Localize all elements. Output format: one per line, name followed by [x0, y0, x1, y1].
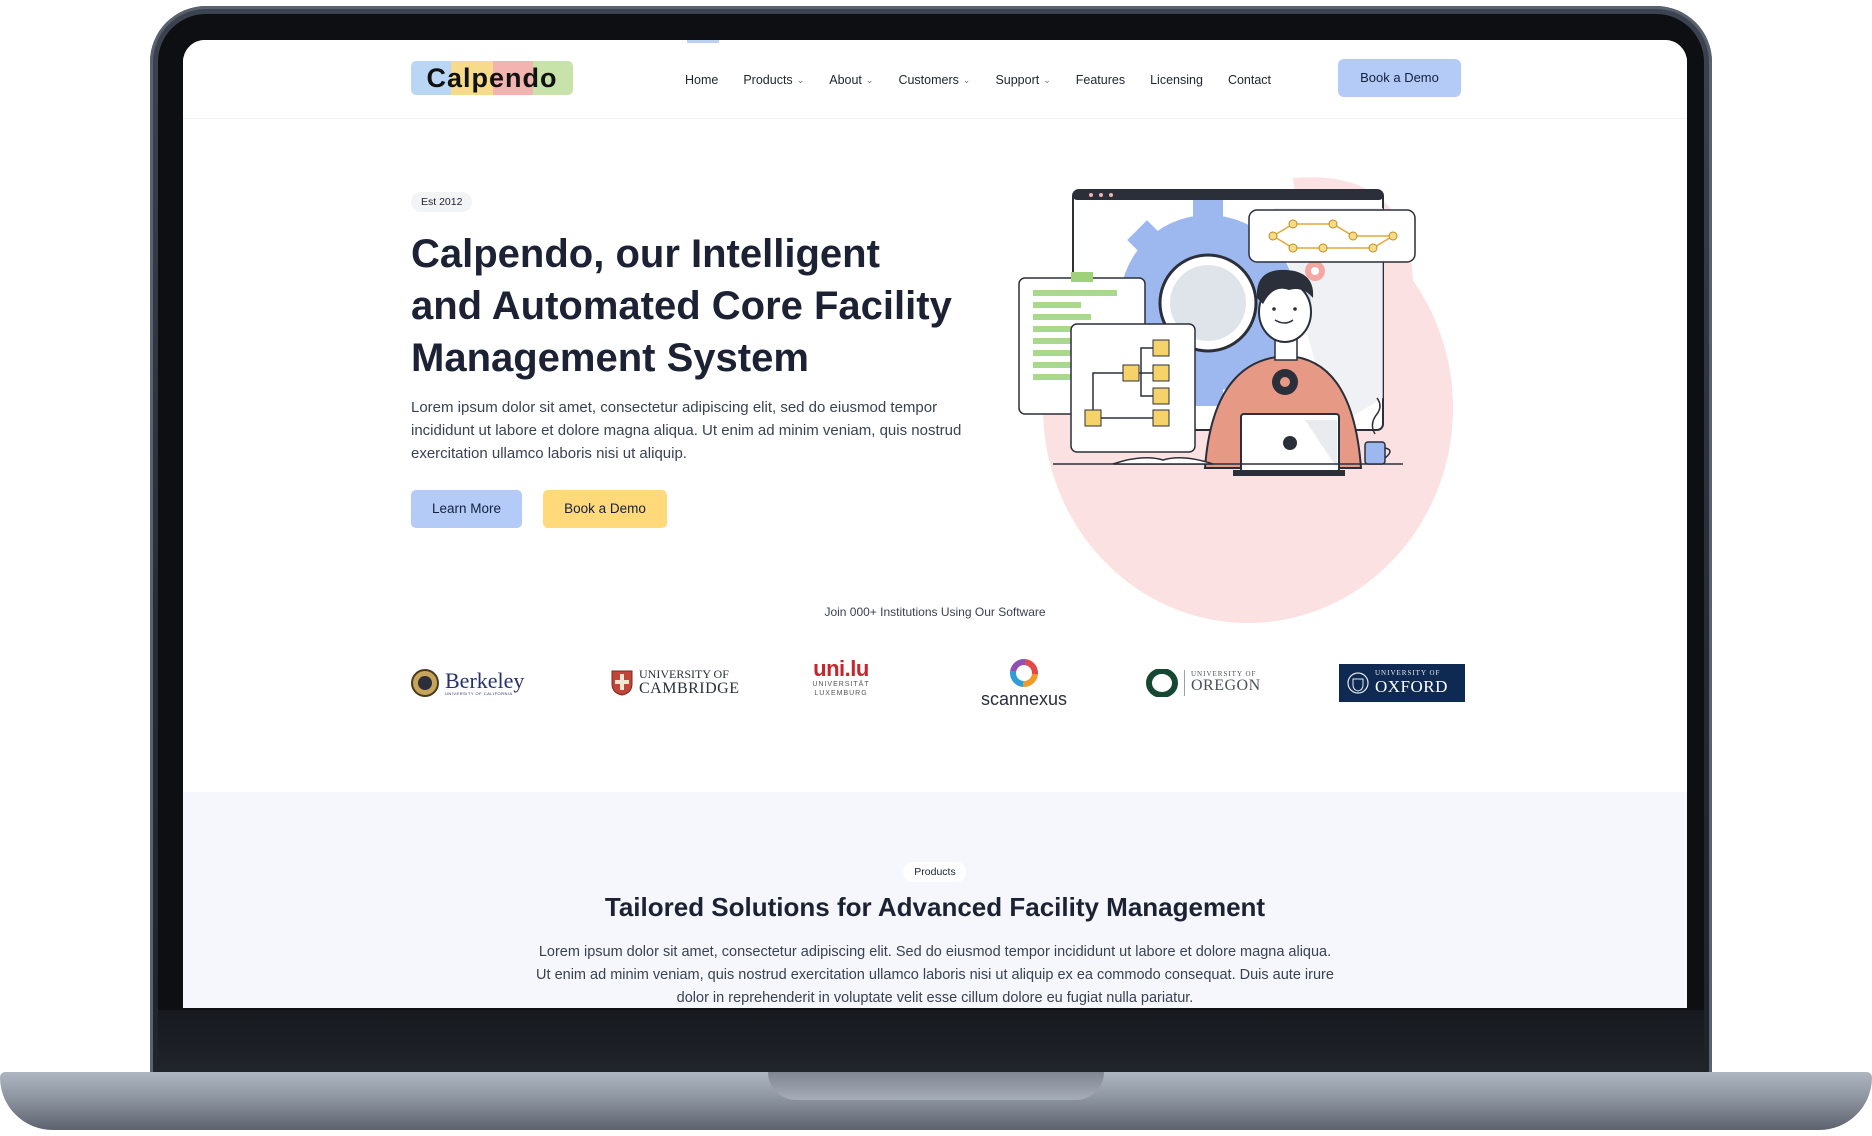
- chevron-down-icon: ⌄: [962, 74, 971, 85]
- nav-products[interactable]: Products ⌄: [743, 70, 804, 90]
- scannexus-wordmark: scannexus: [980, 689, 1068, 709]
- oregon-divider: [1184, 670, 1185, 696]
- hero-title-line-2: and Automated Core Facility: [411, 284, 952, 328]
- nav-licensing-label: Licensing: [1150, 73, 1203, 87]
- oregon-o-icon: [1146, 669, 1178, 697]
- nav-links: Home Products ⌄ About ⌄ Customers ⌄ Support…: [685, 70, 1296, 90]
- unilu-wordmark: uni.lu: [813, 656, 869, 681]
- laptop-chin: [158, 1010, 1704, 1070]
- cambridge-line-1: UNIVERSITY OF: [639, 667, 729, 682]
- cambridge-shield-icon: [611, 670, 633, 696]
- chevron-down-icon: ⌄: [796, 74, 805, 85]
- nav-book-demo-button[interactable]: Book a Demo: [1338, 59, 1461, 97]
- nav-support[interactable]: Support ⌄: [995, 70, 1050, 90]
- hero-title: Calpendo, our Intelligent and Automated …: [411, 228, 971, 384]
- products-description: Lorem ipsum dolor sit amet, consectetur …: [536, 944, 1334, 1006]
- unilu-logo: uni.lu UNIVERSITÄT LUXEMBURG: [806, 658, 876, 708]
- chevron-down-icon: ⌄: [865, 74, 874, 85]
- cambridge-text: UNIVERSITY OF CAMBRIDGE: [639, 668, 740, 697]
- hero-description: Lorem ipsum dolor sit amet, consectetur …: [411, 399, 962, 462]
- oregon-text: UNIVERSITY OF OREGON: [1191, 670, 1261, 695]
- unilu-line-2: UNIVERSITÄT: [812, 681, 870, 688]
- nav-home-label: Home: [685, 73, 719, 87]
- hero-title-line-3: Management System: [411, 336, 809, 380]
- oxford-text: UNIVERSITY OF OXFORD: [1375, 670, 1448, 696]
- institutions-heading: Join 000+ Institutions Using Our Softwar…: [824, 605, 1046, 619]
- nav-about[interactable]: About ⌄: [829, 70, 873, 90]
- products-pill: Products: [903, 862, 967, 882]
- nav-active-indicator: [687, 40, 719, 43]
- cambridge-line-2: CAMBRIDGE: [639, 679, 740, 697]
- nav-contact-label: Contact: [1227, 73, 1272, 87]
- nav-home[interactable]: Home: [685, 70, 718, 90]
- nav-licensing[interactable]: Licensing: [1150, 70, 1203, 90]
- hero-title-line-1: Calpendo, our Intelligent: [411, 232, 880, 276]
- oxford-crest-icon: [1347, 672, 1369, 694]
- oxford-line-2: OXFORD: [1375, 676, 1448, 696]
- institution-logos: Berkeley UNIVERSITY OF CALIFORNIA UNIVER…: [411, 658, 1465, 708]
- learn-more-button[interactable]: Learn More: [411, 490, 522, 528]
- logo-text: Calpendo: [426, 63, 558, 93]
- hero-illustration: [1018, 177, 1453, 623]
- products-title: Tailored Solutions for Advanced Facility…: [604, 892, 1266, 922]
- scannexus-logo: scannexus: [974, 658, 1074, 708]
- unilu-line-3: LUXEMBURG: [814, 690, 868, 697]
- website-screen: Calpendo Home Products ⌄ About ⌄ Customers…: [183, 40, 1687, 1008]
- cambridge-logo: UNIVERSITY OF CAMBRIDGE: [611, 658, 751, 708]
- oregon-line-2: OREGON: [1191, 677, 1261, 695]
- nav-contact[interactable]: Contact: [1228, 70, 1271, 90]
- oxford-logo: UNIVERSITY OF OXFORD: [1339, 664, 1465, 702]
- nav-products-label: Products: [743, 73, 793, 87]
- nav-customers-label: Customers: [898, 73, 959, 87]
- calpendo-logo[interactable]: Calpendo: [411, 61, 573, 95]
- nav-support-label: Support: [995, 73, 1040, 87]
- laptop-trackpad-notch: [768, 1072, 1104, 1100]
- berkeley-text: Berkeley UNIVERSITY OF CALIFORNIA: [445, 670, 524, 696]
- oregon-logo: UNIVERSITY OF OREGON: [1146, 658, 1276, 708]
- hero-book-demo-button[interactable]: Book a Demo: [543, 490, 667, 528]
- scannexus-ring-icon: [1010, 659, 1038, 687]
- top-navigation: Calpendo Home Products ⌄ About ⌄ Customers…: [183, 40, 1687, 119]
- nav-about-label: About: [829, 73, 862, 87]
- established-badge: Est 2012: [411, 192, 473, 212]
- nav-customers[interactable]: Customers ⌄: [898, 70, 970, 90]
- berkeley-logo: Berkeley UNIVERSITY OF CALIFORNIA: [411, 658, 531, 708]
- nav-features[interactable]: Features: [1076, 70, 1125, 90]
- berkeley-subtitle: UNIVERSITY OF CALIFORNIA: [445, 691, 513, 696]
- chevron-down-icon: ⌄: [1043, 74, 1051, 85]
- nav-features-label: Features: [1075, 73, 1126, 87]
- berkeley-wordmark: Berkeley: [445, 668, 525, 693]
- berkeley-seal-icon: [411, 669, 439, 697]
